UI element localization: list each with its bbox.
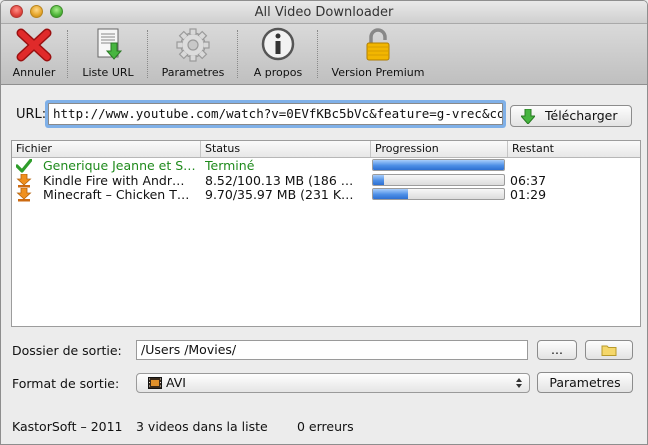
column-header-remaining[interactable]: Restant [508,141,640,157]
table-header: Fichier Status Progression Restant [12,141,640,158]
format-settings-button[interactable]: Parametres [537,372,633,393]
column-header-file[interactable]: Fichier [12,141,201,157]
row-status: 9.70/35.97 MB (231 K… [205,187,354,202]
row-progress-bar [372,159,505,171]
toolbar-separator [317,30,319,78]
about-button[interactable]: A propos [245,24,311,84]
toolbar-separator [237,30,239,78]
column-header-status[interactable]: Status [201,141,371,157]
url-list-label: Liste URL [82,66,134,79]
status-company: KastorSoft – 2011 [12,419,123,434]
info-icon [261,27,295,61]
red-x-icon [16,28,52,62]
column-header-progress[interactable]: Progression [371,141,508,157]
toolbar: Annuler Liste URL Parametres A propos Ve… [1,24,647,85]
window-title: All Video Downloader [254,5,394,20]
download-label: Télécharger [545,108,618,123]
download-arrow-icon [16,173,32,187]
row-progress-fill [373,160,504,170]
output-format-label: Format de sortie: [12,376,120,391]
open-folder-button[interactable] [585,340,633,360]
status-video-count: 3 videos dans la liste [136,419,268,434]
settings-button[interactable]: Parametres [155,24,231,84]
padlock-icon [366,28,390,61]
toolbar-separator [147,30,149,78]
output-format-value: AVI [166,375,186,390]
cancel-button[interactable]: Annuler [5,24,63,84]
url-list-button[interactable]: Liste URL [73,24,143,84]
checkmark-icon [16,159,33,173]
downloads-table: Fichier Status Progression Restant Gener… [11,140,641,327]
app-window: All Video Downloader Annuler Liste URL P… [0,0,648,445]
premium-version-label: Version Premium [331,66,425,79]
browse-folder-button[interactable]: ... [537,340,577,360]
row-progress-bar [372,173,505,186]
gear-icon [176,28,210,62]
status-errors: 0 erreurs [297,419,354,434]
url-input[interactable]: http://www.youtube.com/watch?v=0EVfKBc5b… [48,103,503,125]
row-status-icon [16,188,34,204]
chevron-updown-icon [516,378,522,388]
row-progress-bar [372,188,505,200]
table-row[interactable]: Minecraft – Chicken T… 9.70/35.97 MB (231… [12,187,640,203]
download-arrow-icon [521,109,535,124]
settings-label: Parametres [161,66,225,79]
output-folder-input[interactable]: /Users /Movies/ [136,340,528,360]
folder-icon [601,345,617,356]
film-icon [148,377,162,389]
output-format-select[interactable]: AVI [136,373,530,393]
row-progress-fill [373,174,385,185]
toolbar-separator [67,30,69,78]
output-folder-label: Dossier de sortie: [12,343,122,358]
url-label: URL: [16,107,47,122]
premium-version-button[interactable]: Version Premium [327,24,429,84]
row-progress-fill [373,189,409,199]
title-bar: All Video Downloader [1,1,647,24]
about-label: A propos [253,66,303,79]
download-arrow-icon [16,188,32,202]
document-download-icon [97,28,123,60]
row-file-name: Minecraft – Chicken T… [43,187,190,202]
download-button[interactable]: Télécharger [510,105,632,127]
row-remaining: 01:29 [510,187,547,202]
cancel-label: Annuler [12,66,56,79]
